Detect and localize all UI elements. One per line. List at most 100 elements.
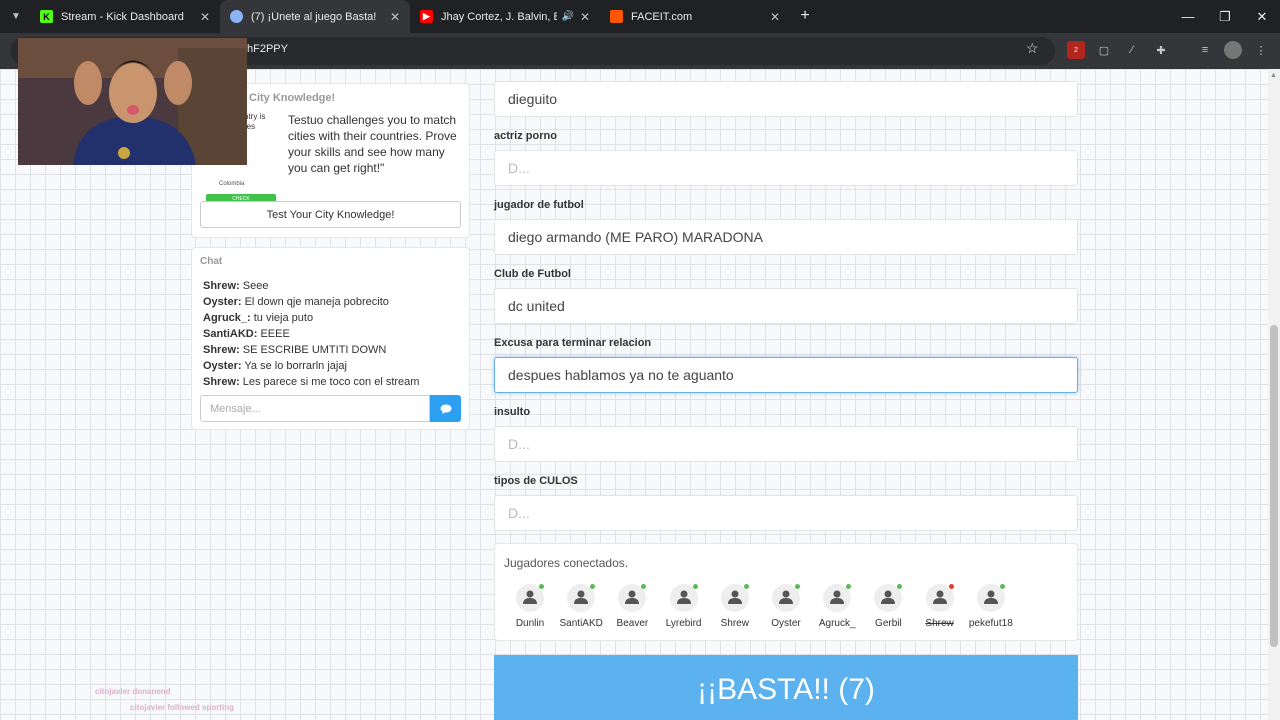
- promo-country: Colombia: [219, 181, 245, 187]
- close-icon[interactable]: ✕: [200, 10, 210, 24]
- slash-extension-icon[interactable]: ∕: [1123, 41, 1141, 59]
- field-label-actriz: actriz porno: [494, 130, 557, 142]
- user-avatar-icon: [516, 584, 544, 612]
- field-input-actriz[interactable]: [494, 150, 1078, 186]
- faceit-icon: [610, 10, 623, 23]
- chat-message: Agruck_: tu vieja puto: [203, 310, 465, 326]
- profile-avatar[interactable]: [1224, 41, 1242, 59]
- chat-username: Oyster:: [203, 296, 242, 308]
- extension-icon[interactable]: 2: [1067, 41, 1085, 59]
- players-title: Jugadores conectados.: [504, 556, 629, 570]
- basta-icon: [230, 10, 243, 23]
- close-icon[interactable]: ✕: [580, 10, 590, 24]
- extension-badge: 2: [1074, 46, 1078, 54]
- chat-message: Shrew: Seee: [203, 278, 465, 294]
- tab-bar: ▼ K Stream - Kick Dashboard ✕ (7) ¡Únete…: [0, 0, 1280, 33]
- field-input-club[interactable]: [494, 288, 1078, 324]
- user-avatar-icon: [874, 584, 903, 612]
- chat-username: Shrew:: [203, 344, 240, 356]
- chat-text: Ya se lo borrarln jajaj: [241, 360, 347, 372]
- status-dot: [590, 584, 596, 589]
- page-content: City Knowledge! ntry is res Colombia CHE…: [0, 69, 1268, 720]
- player-item: pekefut18: [961, 584, 1021, 629]
- status-dot: [743, 584, 749, 589]
- youtube-icon: ▶: [420, 10, 433, 23]
- tab-kick-dashboard[interactable]: K Stream - Kick Dashboard ✕: [30, 0, 220, 33]
- chat-message: SantiAKD: EEEE: [203, 326, 465, 342]
- promo-snippet: ntry is res: [244, 112, 266, 131]
- field-input-insulto[interactable]: [494, 426, 1078, 462]
- connected-players-panel: Jugadores conectados. Dunlin SantiAKD Beav…: [494, 543, 1078, 641]
- tab-youtube[interactable]: ▶ Jhay Cortez, J. Balvin, Bad B 🔊 ✕: [410, 0, 600, 33]
- tab-title: Stream - Kick Dashboard: [61, 10, 184, 23]
- status-dot: [795, 584, 800, 589]
- media-control-icon[interactable]: ≡: [1196, 41, 1214, 59]
- chat-text: Les parece si me toco con el stream: [239, 376, 420, 388]
- minimize-icon[interactable]: —: [1169, 0, 1207, 33]
- chat-username: Oyster:: [203, 360, 242, 372]
- user-avatar-icon: [976, 584, 1005, 612]
- stream-alert-line: citojavier followed sporting: [130, 703, 235, 712]
- basta-button[interactable]: ¡¡BASTA!! (7): [494, 655, 1078, 720]
- status-dot: [641, 584, 647, 589]
- send-message-button[interactable]: [430, 395, 461, 422]
- chat-username: SantiAKD:: [203, 328, 258, 340]
- field-input-culos[interactable]: [494, 495, 1078, 531]
- chat-message: Oyster: Ya se lo borrarln jajaj: [203, 358, 465, 374]
- user-avatar-icon: [772, 584, 800, 612]
- promo-title: City Knowledge!: [249, 92, 336, 104]
- new-tab-button[interactable]: +: [795, 6, 815, 26]
- field-label-insulto: insulto: [494, 406, 531, 418]
- scroll-up-icon[interactable]: ▲: [1270, 72, 1277, 79]
- field-input-excusa[interactable]: [494, 357, 1078, 393]
- tab-faceit[interactable]: FACEIT.com ✕: [600, 0, 790, 33]
- test-knowledge-button[interactable]: Test Your City Knowledge!: [200, 201, 461, 228]
- status-dot: [897, 584, 903, 589]
- chat-message: Shrew: Les parece si me toco con el stre…: [203, 374, 465, 390]
- user-avatar-icon: [925, 584, 954, 612]
- url-text[interactable]: hF2PPY: [247, 43, 288, 55]
- chat-title: Chat: [200, 256, 223, 267]
- chat-text: Seee: [239, 280, 269, 292]
- promo-text: Testuo challenges you to match cities wi…: [288, 113, 457, 175]
- chat-message: Oyster: El down qje maneja pobrecito: [203, 294, 465, 310]
- user-avatar-icon: [720, 584, 749, 612]
- close-window-icon[interactable]: ✕: [1243, 0, 1280, 33]
- field-label-culos: tipos de CULOS: [494, 475, 578, 487]
- chat-username: Shrew:: [203, 280, 240, 292]
- tab-basta-game[interactable]: (7) ¡Únete al juego Basta! ✕: [220, 0, 410, 33]
- reader-icon[interactable]: ▢: [1095, 41, 1113, 59]
- user-avatar-icon: [567, 584, 596, 612]
- speaker-icon[interactable]: 🔊: [561, 11, 573, 22]
- stream-alert-line: citojavier donanend: [95, 687, 171, 696]
- chat-username: Shrew:: [203, 376, 240, 388]
- close-icon[interactable]: ✕: [390, 10, 400, 24]
- field-input-jugador[interactable]: [494, 219, 1078, 255]
- status-dot: [948, 584, 954, 589]
- chat-text: El down qje maneja pobrecito: [241, 296, 389, 308]
- field-label-club: Club de Futbol: [494, 268, 571, 280]
- bookmark-star-icon[interactable]: ☆: [1026, 40, 1039, 57]
- chat-text: tu vieja puto: [250, 312, 314, 324]
- top-field-input[interactable]: [494, 81, 1078, 117]
- chat-message: Shrew: SE ESCRIBE UMTITI DOWN: [203, 342, 465, 358]
- scrollbar-thumb[interactable]: [1270, 325, 1278, 647]
- chat-username: Agruck_:: [203, 312, 251, 324]
- close-icon[interactable]: ✕: [770, 10, 780, 24]
- player-name: pekefut18: [968, 618, 1013, 629]
- chat-text: SE ESCRIBE UMTITI DOWN: [239, 344, 387, 356]
- tab-search-dropdown-icon[interactable]: ▼: [6, 6, 26, 26]
- menu-kebab-icon[interactable]: ⋮: [1252, 41, 1270, 59]
- restore-icon[interactable]: ❐: [1206, 0, 1244, 33]
- field-label-jugador: jugador de futbol: [494, 199, 584, 211]
- kick-icon: K: [40, 10, 53, 23]
- chat-panel: Chat Shrew: Seee Oyster: El down qje man…: [191, 247, 470, 430]
- user-avatar-icon: [618, 584, 647, 612]
- user-avatar-icon: [669, 584, 698, 612]
- status-dot: [846, 584, 852, 589]
- chat-message-input[interactable]: [200, 395, 430, 422]
- puzzle-extensions-icon[interactable]: ✚: [1152, 41, 1170, 59]
- tab-title: FACEIT.com: [631, 10, 693, 23]
- user-avatar-icon: [823, 584, 852, 612]
- status-dot: [692, 584, 698, 589]
